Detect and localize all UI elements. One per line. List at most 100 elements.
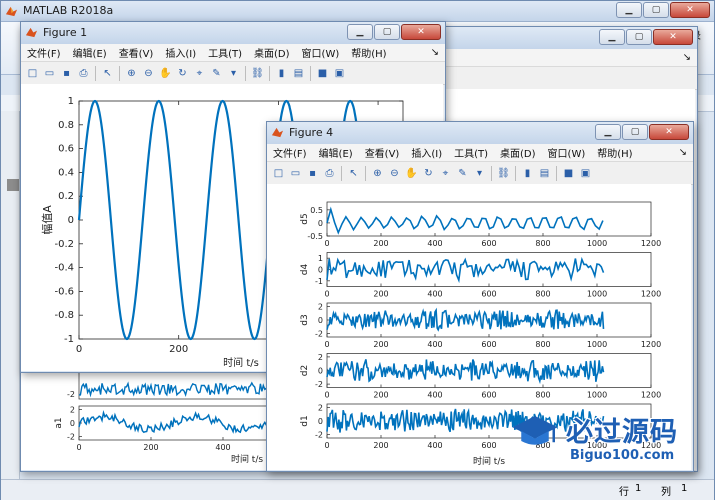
x-tick-label: 400 [427,290,442,299]
maximize-icon[interactable]: ▢ [626,29,652,45]
y-tick-label: -0.8 [54,310,74,321]
close-icon[interactable]: ✕ [401,24,441,40]
close-icon[interactable]: ✕ [670,2,710,18]
menu-item[interactable]: 编辑(E) [313,145,359,160]
hide-tools-icon[interactable]: ■ [562,167,575,180]
x-tick-label: 600 [481,441,496,450]
print-icon[interactable]: ⎙ [77,67,90,80]
open-folder-icon[interactable]: ▭ [289,167,302,180]
menu-item[interactable]: 查看(V) [359,145,406,160]
toolbar-separator [556,165,557,181]
new-file-icon[interactable]: □ [26,67,39,80]
menu-dock-arrow-icon[interactable]: ↘ [425,47,445,58]
x-tick-label: 1200 [641,391,661,400]
data-cursor-icon[interactable]: ⌖ [439,167,452,180]
rotate-icon[interactable]: ↻ [176,67,189,80]
menu-item[interactable]: 插入(I) [405,145,448,160]
rotate-icon[interactable]: ↻ [422,167,435,180]
figure1-title: Figure 1 [43,26,88,39]
menu-item[interactable]: 窗口(W) [542,145,592,160]
save-icon[interactable]: ▪ [306,167,319,180]
pointer-icon[interactable]: ↖ [347,167,360,180]
toolbar-separator [341,165,342,181]
data-cursor-icon[interactable]: ⌖ [193,67,206,80]
zoom-in-icon[interactable]: ⊕ [371,167,384,180]
x-tick-label: 200 [373,391,388,400]
y-tick-label: -1 [64,334,74,345]
link-icon[interactable]: ⛓ [497,167,510,180]
minimize-icon[interactable]: ▁ [347,24,373,40]
menu-item[interactable]: 桌面(D) [248,45,296,60]
y-tick-label: 0 [318,367,323,376]
hide-tools-icon[interactable]: ■ [316,67,329,80]
minimize-icon[interactable]: ▁ [599,29,625,45]
dock-icon[interactable]: ▣ [333,67,346,80]
figure1-titlebar[interactable]: Figure 1 ▁ ▢ ✕ [21,22,445,45]
status-row-label: 行 [619,487,629,498]
x-tick-label: 200 [143,443,158,452]
zoom-out-icon[interactable]: ⊖ [388,167,401,180]
maximize-icon[interactable]: ▢ [643,2,669,18]
menu-item[interactable]: 查看(V) [113,45,160,60]
left-panel-gray-block [7,179,19,191]
x-tick-label: 0 [76,344,82,355]
dropdown-icon[interactable]: ▾ [473,167,486,180]
x-tick-label: 800 [535,239,550,248]
menu-item[interactable]: 文件(F) [21,45,67,60]
open-folder-icon[interactable]: ▭ [43,67,56,80]
y-tick-label: -0.6 [54,286,74,297]
dock-icon[interactable]: ▣ [579,167,592,180]
close-icon[interactable]: ✕ [649,124,689,140]
dropdown-icon[interactable]: ▾ [227,67,240,80]
y-tick-label: 0.8 [58,120,74,131]
menu-dock-arrow-icon[interactable]: ↘ [673,147,693,158]
link-icon[interactable]: ⛓ [251,67,264,80]
maximize-icon[interactable]: ▢ [374,24,400,40]
y-tick-label: 0.6 [58,144,74,155]
menu-dock-arrow-icon[interactable]: ↘ [677,52,697,63]
menu-item[interactable]: 帮助(H) [345,45,392,60]
toolbar-separator [365,165,366,181]
figure-icon [25,27,38,38]
colorbar-icon[interactable]: ▮ [521,167,534,180]
maximize-icon[interactable]: ▢ [622,124,648,140]
pan-icon[interactable]: ✋ [405,167,418,180]
pan-icon[interactable]: ✋ [159,67,172,80]
menu-item[interactable]: 插入(I) [159,45,202,60]
minimize-icon[interactable]: ▁ [595,124,621,140]
x-tick-label: 0 [324,290,329,299]
figure1-toolbar: □ ▭ ▪ ⎙ ↖ ⊕ ⊖ ✋ ↻ ⌖ ✎ ▾ ⛓ ▮ ▤ ■ ▣ [21,61,445,85]
menu-item[interactable]: 帮助(H) [591,145,638,160]
menu-item[interactable]: 文件(F) [267,145,313,160]
y-tick-label: -0.4 [54,263,74,274]
zoom-in-icon[interactable]: ⊕ [125,67,138,80]
legend-icon[interactable]: ▤ [538,167,551,180]
brush-icon[interactable]: ✎ [456,167,469,180]
behind-figure-controls: ▁ ▢ ✕ [599,29,693,45]
pointer-icon[interactable]: ↖ [101,67,114,80]
toolbar-separator [95,65,96,81]
y-tick-label: -2 [315,330,323,339]
zoom-out-icon[interactable]: ⊖ [142,67,155,80]
minimize-icon[interactable]: ▁ [616,2,642,18]
print-icon[interactable]: ⎙ [323,167,336,180]
menu-item[interactable]: 窗口(W) [296,45,346,60]
main-titlebar[interactable]: MATLAB R2018a ▁ ▢ ✕ [1,1,714,22]
menu-item[interactable]: 工具(T) [448,145,494,160]
figure4-controls: ▁ ▢ ✕ [595,124,689,140]
save-icon[interactable]: ▪ [60,67,73,80]
menu-item[interactable]: 工具(T) [202,45,248,60]
figure4-titlebar[interactable]: Figure 4 ▁ ▢ ✕ [267,122,693,145]
x-axis-label: 时间 t/s [223,356,259,369]
close-icon[interactable]: ✕ [653,29,693,45]
brush-icon[interactable]: ✎ [210,67,223,80]
x-tick-label: 600 [481,340,496,349]
toolbar-separator [269,65,270,81]
menu-item[interactable]: 桌面(D) [494,145,542,160]
legend-icon[interactable]: ▤ [292,67,305,80]
colorbar-icon[interactable]: ▮ [275,67,288,80]
y-tick-label: 1 [318,254,323,263]
x-axis-label: 时间 t/s [473,455,505,467]
new-file-icon[interactable]: □ [272,167,285,180]
menu-item[interactable]: 编辑(E) [67,45,113,60]
